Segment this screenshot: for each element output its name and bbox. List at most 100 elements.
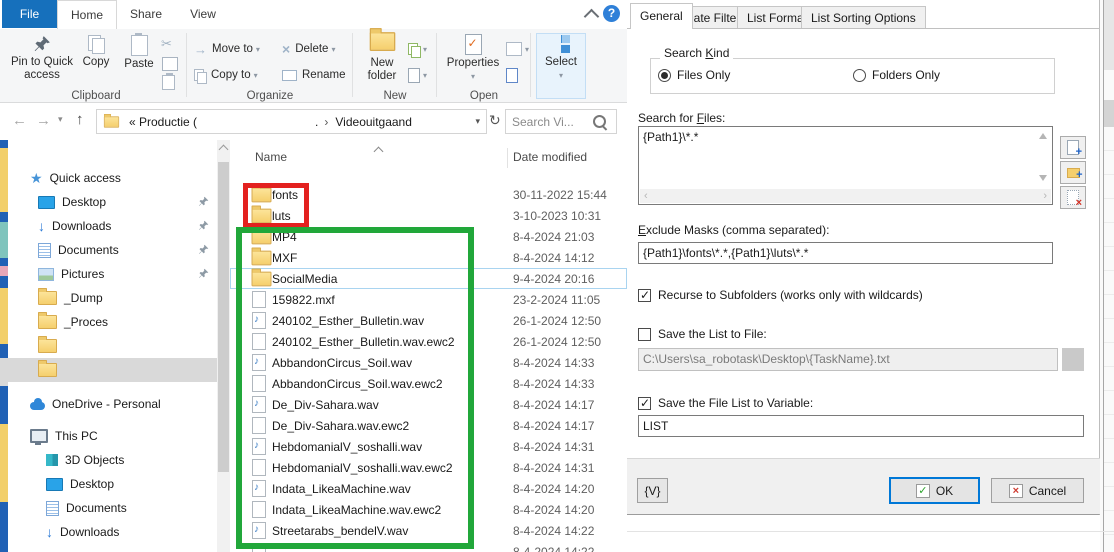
pushpin-icon[interactable] — [198, 196, 209, 210]
column-header-date-modified[interactable]: Date modified — [513, 150, 587, 164]
scroll-down-icon[interactable] — [1039, 175, 1047, 181]
search-input[interactable]: Search Vi... — [505, 109, 617, 134]
new-folder-button[interactable]: New folder — [358, 33, 406, 83]
nav-scrollbar[interactable] — [217, 140, 230, 552]
sidebar-item-desktop[interactable]: Desktop — [8, 190, 217, 214]
sidebar-item-pictures[interactable]: Pictures — [8, 262, 217, 286]
select-button[interactable]: Select ▾ — [538, 33, 584, 82]
ok-button[interactable]: ✓ OK — [889, 477, 980, 504]
column-header-name[interactable]: Name — [255, 150, 287, 164]
cloud-icon — [30, 402, 45, 410]
pushpin-icon[interactable] — [198, 244, 209, 258]
folder-icon — [38, 339, 57, 353]
navigation-pane: ★Quick accessDesktop↓DownloadsDocumentsP… — [8, 140, 217, 552]
save-list-to-variable-checkbox[interactable]: Save the File List to Variable: — [638, 396, 813, 410]
paste-shortcut-button[interactable] — [162, 75, 175, 90]
column-separator[interactable] — [507, 148, 508, 168]
sidebar-item-downloads[interactable]: ↓Downloads — [8, 520, 217, 544]
add-file-mask-button[interactable]: + — [1060, 136, 1086, 159]
help-button[interactable]: ? — [603, 5, 620, 22]
scroll-up-icon[interactable] — [1039, 133, 1047, 139]
sidebar-item-onedrive-personal[interactable]: OneDrive - Personal — [8, 392, 217, 416]
browse-button[interactable] — [1062, 348, 1084, 371]
right-strip-block — [1104, 100, 1114, 127]
sidebar-item-3d-objects[interactable]: 3D Objects — [8, 448, 217, 472]
sidebar-item-quick-access[interactable]: ★Quick access — [8, 166, 217, 190]
scroll-up-icon[interactable] — [220, 146, 227, 153]
tab-home[interactable]: Home — [57, 0, 117, 29]
search-for-files-input[interactable]: {Path1}\*.* ‹› — [638, 126, 1053, 205]
red-annotation-box — [243, 183, 309, 228]
paste-button[interactable]: Paste — [118, 33, 160, 71]
edit-button[interactable] — [506, 65, 518, 85]
copy-button[interactable]: Copy — [76, 33, 116, 69]
cube-icon — [46, 454, 58, 466]
exclude-masks-input[interactable]: {Path1}\fonts\*.*,{Path1}\luts\*.* — [638, 242, 1053, 264]
radio-folders-only[interactable]: Folders Only — [853, 68, 940, 82]
sidebar-item-label: Documents — [58, 243, 119, 257]
refresh-button[interactable]: ↻ — [489, 112, 501, 129]
cancel-button-label: Cancel — [1029, 484, 1066, 498]
breadcrumb-dot[interactable]: . — [315, 115, 318, 129]
recent-locations-button[interactable]: ▾ — [58, 114, 63, 125]
save-list-to-file-checkbox[interactable]: Save the List to File: — [638, 327, 767, 341]
copy-to-icon — [194, 69, 206, 82]
sidebar-item-desktop[interactable]: Desktop — [8, 472, 217, 496]
rename-button[interactable]: Rename — [282, 65, 348, 85]
move-to-button[interactable]: →Move to▾ — [194, 39, 278, 59]
breadcrumb-segment[interactable]: Videouitgaand — [335, 115, 412, 129]
copy-path-button[interactable] — [162, 57, 178, 71]
horizontal-scrollbar[interactable]: ‹› — [640, 189, 1051, 203]
delete-button[interactable]: ×Delete▾ — [282, 39, 348, 59]
sidebar-item-label: OneDrive - Personal — [52, 397, 161, 411]
tab-file[interactable]: File — [2, 0, 57, 28]
sidebar-item-downloads[interactable]: ↓Downloads — [8, 214, 217, 238]
sidebar-item--proces[interactable]: _Proces — [8, 310, 217, 334]
easy-access-button[interactable]: ▾ — [408, 39, 427, 59]
sidebar-item--dump[interactable]: _Dump — [8, 286, 217, 310]
delete-mask-button[interactable]: × — [1060, 186, 1086, 209]
nav-scrollbar-thumb[interactable] — [218, 162, 229, 472]
tab-list-sorting-options[interactable]: List Sorting Options — [801, 6, 926, 28]
sidebar-item-this-pc[interactable]: This PC — [8, 424, 217, 448]
recurse-subfolders-checkbox[interactable]: Recurse to Subfolders (works only with w… — [638, 288, 923, 302]
pin-label-line1: Pin to Quick — [11, 56, 73, 69]
sidebar-item-documents[interactable]: Documents — [8, 496, 217, 520]
variables-button[interactable]: {V} — [637, 478, 668, 503]
sidebar-item-documents[interactable]: Documents — [8, 238, 217, 262]
variable-name-input[interactable]: LIST — [638, 415, 1084, 437]
minimize-ribbon-button[interactable] — [586, 11, 597, 22]
up-button[interactable]: ↑ — [76, 111, 84, 128]
sidebar-item-folder[interactable] — [8, 358, 217, 382]
sidebar-item-folder[interactable] — [8, 334, 217, 358]
pin-to-quick-access-button[interactable]: Pin to Quick access — [10, 33, 74, 82]
back-button[interactable]: ← — [12, 112, 27, 129]
checkbox-unchecked-icon — [638, 328, 651, 341]
new-group-label: New — [354, 90, 436, 102]
tab-share[interactable]: Share — [117, 0, 175, 28]
forward-button[interactable]: → — [36, 112, 51, 129]
breadcrumb-prefix[interactable]: « Productie ( — [129, 115, 197, 129]
save-file-path-input[interactable]: C:\Users\sa_robotask\Desktop\{TaskName}.… — [638, 348, 1058, 371]
address-dropdown-icon[interactable]: ▾ — [475, 116, 480, 127]
scroll-right-icon[interactable]: › — [1043, 189, 1047, 203]
pushpin-icon[interactable] — [198, 268, 209, 282]
tab-view[interactable]: View — [175, 0, 231, 28]
delete-label: Delete — [295, 43, 328, 55]
scroll-left-icon[interactable]: ‹ — [644, 189, 648, 203]
new-item-button[interactable]: ▾ — [408, 65, 427, 85]
copy-to-button[interactable]: Copy to▾ — [194, 65, 278, 85]
pushpin-icon[interactable] — [198, 220, 209, 234]
radio-files-only[interactable]: Files Only — [658, 68, 730, 82]
cut-button[interactable]: ✂ — [161, 36, 172, 52]
download-icon: ↓ — [46, 525, 53, 539]
add-folder-mask-button[interactable]: + — [1060, 161, 1086, 184]
history-button[interactable]: ▾ — [506, 39, 529, 59]
address-bar[interactable]: « Productie ( . › Videouitgaand ▾ — [96, 109, 487, 134]
cancel-button[interactable]: × Cancel — [991, 478, 1084, 503]
tab-general-label: General — [640, 9, 683, 23]
properties-button[interactable]: Properties ▾ — [444, 33, 502, 83]
monitor-icon — [38, 196, 55, 209]
tab-general[interactable]: General — [630, 3, 693, 29]
nav-section: This PC3D ObjectsDesktopDocuments↓Downlo… — [8, 424, 217, 544]
